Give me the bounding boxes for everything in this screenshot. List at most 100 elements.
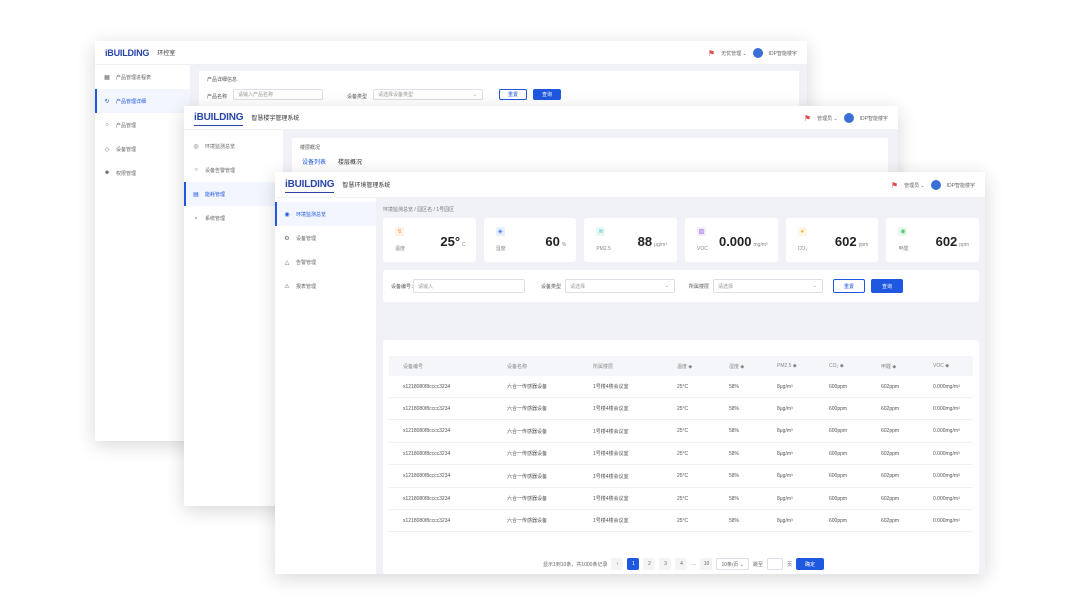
table-cell: 602ppm [881,405,900,412]
chevron-down-icon: ⌄ [472,91,477,98]
project-name: IDP智能楼宇 [768,50,797,57]
table-row[interactable]: x1218080f8cccc3234 六合一传感器设备 1号楼4楼会议室 25°C 58… [389,488,973,510]
sidebar-item-0[interactable]: ▦ 产品管理进程表 [95,65,190,89]
table-cell: 58% [729,428,740,435]
table-row[interactable]: x1218080f8cccc3234 六合一传感器设备 1号楼4楼会议室 25°C 58… [389,510,973,533]
logo: iBUILDING [194,112,244,126]
user-menu[interactable]: 无忧管理 ⌄ [721,50,747,57]
avatar[interactable] [843,113,854,123]
sidebar-item-3[interactable]: ◇ 设备管理 [95,137,190,161]
alert-icon: ○ [194,167,198,173]
sidebar-item-reports[interactable]: ⚠ 报表管理 [275,274,376,298]
goto-label: 跳至 [753,561,764,568]
page-10[interactable]: 10 [700,558,713,570]
reset-button[interactable]: 重置 [833,279,865,293]
table-cell: 25°C [677,495,689,502]
sidebar: ▦ 产品管理进程表 ↻ 产品管理详细 ○ 产品管理 ◇ 设备管理 ☻ 权限管理 [95,65,191,441]
project-name: IDP智能楼宇 [859,115,888,122]
device-type-select[interactable]: 请选择设备类型 ⌄ [373,89,483,100]
table-row[interactable]: x1218080f8cccc3234 六合一传感器设备 1号楼4楼会议室 25°C 58… [389,398,973,421]
table-row[interactable]: x1218080f8cccc3234 六合一传感器设备 1号楼4楼会议室 25°C 58… [389,376,973,398]
sidebar-item-1[interactable]: ○ 设备告警管理 [184,158,283,182]
sidebar-item-overview[interactable]: ◉ 环境监测总览 [275,202,376,226]
floor-select[interactable]: 请选择 ⌄ [713,279,823,293]
table-cell: 1号楼4楼会议室 [593,406,629,413]
page-2[interactable]: 2 [643,558,656,570]
table-cell: 0.000mg/m³ [933,383,960,390]
column-header[interactable]: CO₂ ◆ [829,356,844,376]
column-header[interactable]: PM2.5 ◆ [777,356,797,376]
sidebar-item-0[interactable]: ◎ 环境监测总览 [184,134,283,158]
tab-floor-overview[interactable]: 楼层概况 [338,157,362,166]
bell-icon[interactable]: ⚑ [891,181,898,190]
avatar[interactable] [752,48,763,58]
table-cell: 25°C [677,473,689,480]
floor-label: 所属楼层 [689,284,710,290]
device-id-input[interactable]: 请输入 [413,279,525,293]
project-name: IDP智能楼宇 [946,182,975,189]
metric-card-pm25: ≋ PM2.5 88 μg/m³ [584,218,678,262]
table-cell: 600ppm [829,428,848,435]
query-button[interactable]: 查询 [533,89,561,100]
tab-device-list[interactable]: 设备列表 [302,157,326,166]
table-header: 设备编号 设备名称 所属楼层 温度 ◆ 湿度 ◆ PM2.5 ◆ CO₂ ◆ 甲醛 ◆ VOC … [389,356,973,376]
table-cell: x1218080f8cccc3234 [403,473,451,480]
sidebar-item-2[interactable]: ▤ 能耗管理 [184,182,283,206]
window-environment-monitor: iBUILDING 智慧环境管理系统 ⚑ 管理员 ⌄ IDP智能楼宇 ◉ 环境监测… [275,172,985,574]
formaldehyde-icon: ◉ [898,227,908,236]
page-3[interactable]: 3 [659,558,672,570]
table-cell: 1号楼4楼会议室 [593,384,629,390]
table-cell: 8μg/m³ [777,473,793,480]
sidebar-item-alerts[interactable]: △ 告警管理 [275,250,376,274]
table-cell: 1号楼4楼会议室 [593,473,629,480]
prev-page-button[interactable]: ‹ [611,558,624,570]
table-cell: 600ppm [829,405,848,412]
column-header: 所属楼层 [593,363,614,370]
column-header[interactable]: 温度 ◆ [677,356,692,376]
sidebar-item-3[interactable]: ∘ 系统管理 [184,206,283,230]
column-header[interactable]: 甲醛 ◆ [881,356,896,376]
table-row[interactable]: x1218080f8cccc3234 六合一传感器设备 1号楼4楼会议室 25°C 58… [389,466,973,488]
table-cell: 600ppm [829,517,848,524]
sidebar-item-2[interactable]: ○ 产品管理 [95,113,190,137]
pagination: 显示1到10条，共1000条记录 ‹ 1 2 3 4 … 10 10条/页 ⌄ … [543,558,825,570]
page-ellipsis: … [691,561,697,567]
bell-icon[interactable]: ⚑ [708,49,715,58]
gauge-icon: ◉ [284,211,290,218]
query-button[interactable]: 查询 [871,279,903,293]
table-row[interactable]: x1218080f8cccc3234 六合一传感器设备 1号楼4楼会议室 25°C 58… [389,443,973,466]
avatar[interactable] [930,180,941,190]
user-menu[interactable]: 管理员 ⌄ [904,182,925,189]
table-cell: 25°C [677,517,689,524]
column-header[interactable]: 湿度 ◆ [729,356,744,376]
page-size-select[interactable]: 10条/页 ⌄ [716,558,749,570]
sidebar-item-4[interactable]: ☻ 权限管理 [95,161,190,185]
page-1[interactable]: 1 [627,558,640,570]
main-content: 环境监测总览 / 园区名 / 1号园区 ↯ 温度 25° C ◈ 湿度 60% ≋… [377,198,985,574]
table-cell: 602ppm [881,473,900,480]
user-menu[interactable]: 管理员 ⌄ [817,115,838,122]
table-cell: 600ppm [829,473,848,480]
table-cell: 0.000mg/m³ [933,428,960,435]
product-name-input[interactable]: 请输入产品名称 [233,89,323,100]
table-cell: 58% [729,450,740,457]
system-title: 环控室 [157,51,176,57]
table-cell: 602ppm [881,517,900,524]
table-cell: 600ppm [829,450,848,457]
page-4[interactable]: 4 [675,558,688,570]
table-row[interactable]: x1218080f8cccc3234 六合一传感器设备 1号楼4楼会议室 25°C 58… [389,421,973,443]
table-cell: 六合一传感器设备 [507,406,548,413]
device-type-select[interactable]: 请选择 ⌄ [565,279,675,293]
voc-icon: ▧ [697,227,707,236]
link-icon: ↻ [104,98,110,105]
goto-confirm-button[interactable]: 确定 [796,558,825,570]
table-cell: 58% [729,405,740,412]
column-header[interactable]: VOC ◆ [933,356,949,376]
goto-page-input[interactable] [767,558,784,570]
sidebar-item-1[interactable]: ↻ 产品管理详细 [95,89,190,113]
table-cell: 8μg/m³ [777,450,793,457]
reset-button[interactable]: 重置 [499,89,527,100]
humidity-icon: ◈ [495,227,505,236]
sidebar-item-devices[interactable]: ⚙ 设备管理 [275,226,376,250]
bell-icon[interactable]: ⚑ [804,114,811,123]
